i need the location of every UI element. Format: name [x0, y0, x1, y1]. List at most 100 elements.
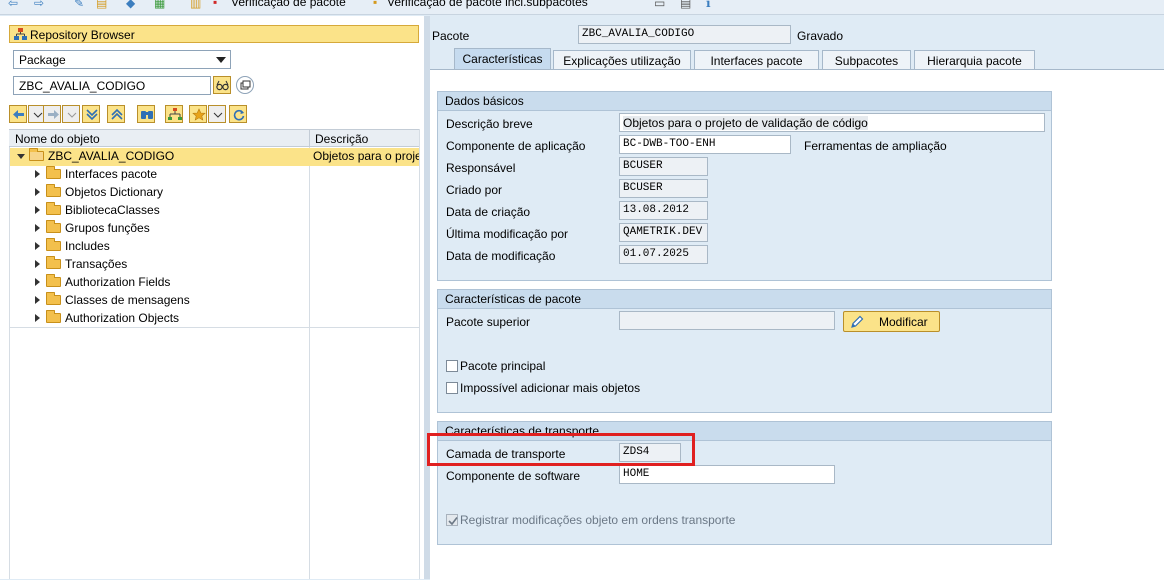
- expand-down-icon: [86, 109, 98, 121]
- tree-node[interactable]: Authorization Objects: [10, 310, 308, 328]
- package-status: Gravado: [797, 29, 844, 43]
- main-package-checkbox[interactable]: [446, 360, 458, 372]
- tab-hierarquia-pacote[interactable]: Hierarquia pacote: [914, 50, 1035, 69]
- tab-subpacotes[interactable]: Subpacotes: [822, 50, 911, 69]
- edit-icon[interactable]: ✎: [74, 0, 84, 10]
- favorites-dropdown-button[interactable]: [208, 105, 226, 123]
- software-component-value: HOME: [623, 468, 650, 480]
- package-check-subpackages-button[interactable]: Verificação de pacote incl.subpacotes: [387, 0, 588, 9]
- short-description-label: Descrição breve: [446, 117, 533, 131]
- refresh-button[interactable]: [229, 105, 247, 123]
- root-node-description: Objetos para o projeto de validação de c…: [313, 149, 419, 163]
- where-used-icon[interactable]: ▥: [190, 0, 201, 10]
- package-check-icon: ▪: [213, 0, 218, 9]
- display-change-icon[interactable]: ▤: [96, 0, 107, 10]
- repository-browser-button[interactable]: Repository Browser: [9, 25, 419, 43]
- no-more-objects-checkbox[interactable]: [446, 382, 458, 394]
- chevron-down-icon: [213, 112, 223, 118]
- group-header: Dados básicos: [438, 92, 1051, 111]
- forward-button[interactable]: [43, 105, 61, 123]
- tree-node[interactable]: Transações: [10, 256, 308, 274]
- forward-arrow-icon[interactable]: ⇨: [34, 0, 44, 10]
- tree-node[interactable]: Objetos Dictionary: [10, 184, 308, 202]
- tab-interfaces-pacote[interactable]: Interfaces pacote: [694, 50, 819, 69]
- tree-node[interactable]: Authorization Fields: [10, 274, 308, 292]
- chevron-right-icon[interactable]: [35, 188, 40, 196]
- column-header-description[interactable]: Descrição: [315, 132, 368, 146]
- hierarchy-icon: [14, 28, 27, 40]
- short-description-input[interactable]: Objetos para o projeto de validação de c…: [619, 113, 1045, 132]
- back-arrow-icon[interactable]: ⇦: [8, 0, 18, 10]
- column-header-name[interactable]: Nome do objeto: [15, 132, 100, 146]
- folder-icon: [46, 184, 61, 197]
- short-description-value: Objetos para o projeto de validação de c…: [623, 116, 868, 130]
- chevron-right-icon[interactable]: [35, 242, 40, 250]
- chevron-right-icon[interactable]: [35, 206, 40, 214]
- record-changes-checkbox[interactable]: [446, 514, 458, 526]
- software-component-label: Componente de software: [446, 469, 581, 483]
- tree-node[interactable]: Classes de mensagens: [10, 292, 308, 310]
- dropdown-forward-button[interactable]: [62, 105, 80, 123]
- tab-label: Hierarquia pacote: [927, 54, 1022, 68]
- chevron-down-icon: [216, 57, 226, 63]
- modify-button[interactable]: Modificar: [843, 311, 940, 332]
- package-label: Pacote: [432, 29, 470, 43]
- folder-icon: [46, 166, 61, 179]
- hierarchy-icon[interactable]: ▦: [154, 0, 165, 10]
- tree-node-label: Grupos funções: [65, 221, 150, 235]
- display-button[interactable]: [213, 76, 231, 94]
- new-window-button[interactable]: [236, 76, 254, 94]
- expand-all-button[interactable]: [82, 105, 100, 123]
- object-type-dropdown[interactable]: Package: [13, 50, 231, 69]
- hierarchy-button[interactable]: [165, 105, 183, 123]
- folder-icon: [46, 274, 61, 287]
- list-icon[interactable]: ▤: [680, 0, 691, 10]
- tree-border: [419, 129, 420, 579]
- back-button[interactable]: [9, 105, 27, 123]
- group-title: Características de pacote: [445, 292, 582, 306]
- chevron-down-icon[interactable]: [17, 154, 25, 159]
- tree-node[interactable]: Grupos funções: [10, 220, 308, 238]
- created-by-field: BCUSER: [619, 179, 708, 198]
- responsible-field[interactable]: BCUSER: [619, 157, 708, 176]
- chevron-right-icon[interactable]: [35, 296, 40, 304]
- chevron-right-icon[interactable]: [35, 260, 40, 268]
- tab-caracteristicas[interactable]: Características: [454, 48, 551, 69]
- activate-icon[interactable]: ◆: [126, 0, 135, 10]
- arrow-right-icon: [48, 110, 59, 119]
- app-component-label: Componente de aplicação: [446, 139, 586, 153]
- chevron-right-icon[interactable]: [35, 278, 40, 286]
- favorites-button[interactable]: [189, 105, 207, 123]
- tree-root-node[interactable]: ZBC_AVALIA_CODIGO Objetos para o projeto…: [10, 148, 419, 166]
- star-icon: [192, 108, 206, 121]
- chevron-right-icon[interactable]: [35, 170, 40, 178]
- tree-node[interactable]: BibliotecaClasses: [10, 202, 308, 220]
- object-name-input[interactable]: ZBC_AVALIA_CODIGO: [13, 76, 211, 95]
- app-component-input[interactable]: BC-DWB-TOO-ENH: [619, 135, 791, 154]
- responsible-label: Responsável: [446, 161, 516, 175]
- info-icon[interactable]: ℹ: [706, 0, 711, 10]
- layout-icon[interactable]: ▭: [654, 0, 665, 10]
- last-changed-by-value: QAMETRIK.DEV: [623, 226, 703, 238]
- created-by-value: BCUSER: [623, 182, 663, 194]
- find-button[interactable]: [137, 105, 155, 123]
- open-folder-icon: [29, 148, 44, 161]
- package-check-button[interactable]: Verificação de pacote: [231, 0, 346, 9]
- column-separator[interactable]: [309, 130, 310, 147]
- package-check-sub-icon: ▪: [373, 0, 378, 9]
- software-component-input[interactable]: HOME: [619, 465, 835, 484]
- collapse-all-button[interactable]: [107, 105, 125, 123]
- tree-node-label: BibliotecaClasses: [65, 203, 160, 217]
- chevron-right-icon[interactable]: [35, 314, 40, 322]
- chevron-right-icon[interactable]: [35, 224, 40, 232]
- tab-explicacoes-utilizacao[interactable]: Explicações utilização: [553, 50, 691, 69]
- tree-column-divider: [309, 147, 310, 579]
- new-window-icon: [240, 80, 251, 90]
- tab-label: Explicações utilização: [563, 54, 681, 68]
- tree-node[interactable]: Includes: [10, 238, 308, 256]
- folder-icon: [46, 292, 61, 305]
- package-name-field: ZBC_AVALIA_CODIGO: [578, 25, 791, 44]
- tree-node[interactable]: Interfaces pacote: [10, 166, 308, 184]
- tree-node-label: Includes: [65, 239, 110, 253]
- arrow-left-icon: [13, 110, 24, 119]
